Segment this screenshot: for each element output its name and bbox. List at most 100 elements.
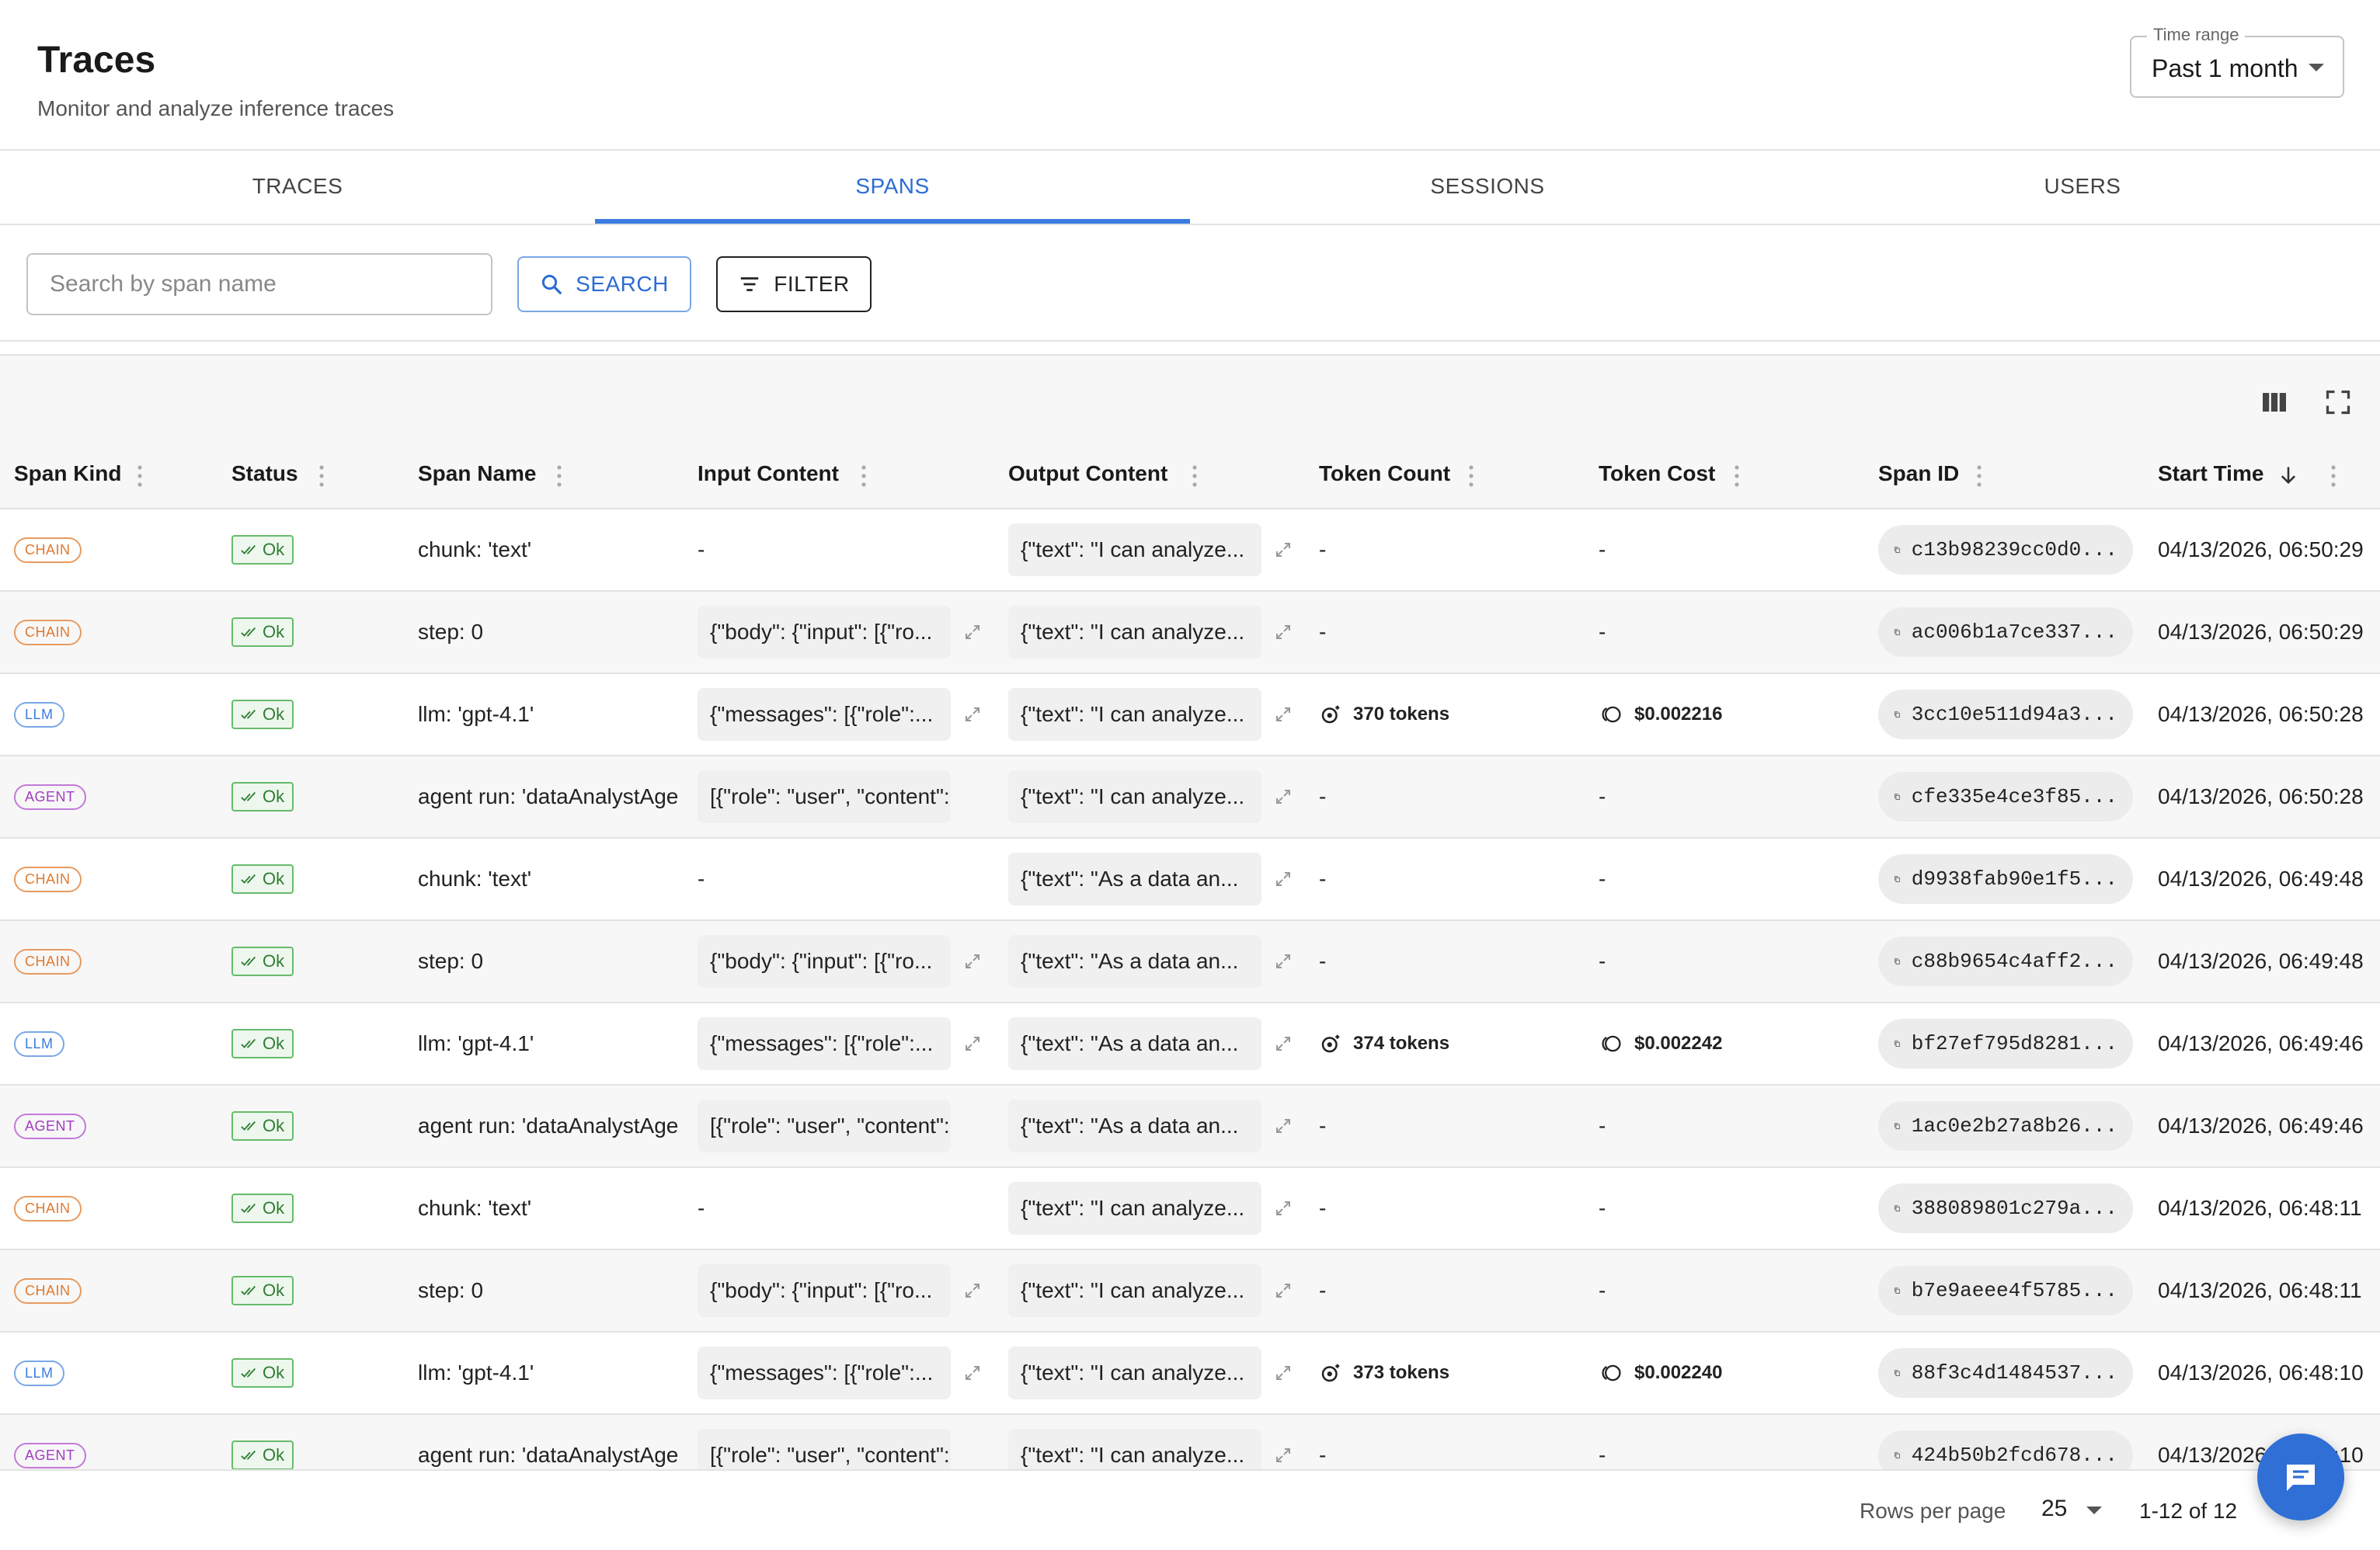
expand-icon[interactable]	[1274, 1446, 1293, 1465]
table-row[interactable]: CHAIN Ok chunk: 'text' - {"text": "As a …	[0, 839, 2380, 921]
copy-icon[interactable]	[1894, 1197, 1901, 1219]
copy-icon[interactable]	[1894, 786, 1901, 808]
expand-icon[interactable]	[1274, 787, 1293, 806]
span-id-chip[interactable]: cfe335e4ce3f85...	[1878, 772, 2133, 822]
span-id-chip[interactable]: bf27ef795d8281...	[1878, 1019, 2133, 1069]
kebab-icon[interactable]	[2330, 464, 2337, 488]
expand-icon[interactable]	[963, 952, 982, 971]
expand-icon[interactable]	[1274, 1199, 1293, 1218]
expand-icon[interactable]	[963, 1034, 982, 1053]
copy-icon[interactable]	[1894, 621, 1901, 643]
column-header-start-time[interactable]: Start Time	[2158, 446, 2263, 508]
filter-button[interactable]: FILTER	[716, 256, 872, 312]
span-id-chip[interactable]: 88f3c4d1484537...	[1878, 1348, 2133, 1398]
copy-icon[interactable]	[1894, 1033, 1901, 1055]
table-row[interactable]: AGENT Ok agent run: 'dataAnalystAge [{"r…	[0, 756, 2380, 839]
expand-icon[interactable]	[963, 705, 982, 724]
output-content[interactable]: {"text": "I can analyze...	[1008, 770, 1261, 823]
tab-users[interactable]: USERS	[1785, 149, 2380, 224]
expand-icon[interactable]	[1274, 1034, 1293, 1053]
output-content[interactable]: {"text": "I can analyze...	[1008, 523, 1261, 576]
copy-icon[interactable]	[1894, 1115, 1901, 1137]
tab-spans[interactable]: SPANS	[595, 149, 1190, 224]
table-row[interactable]: LLM Ok llm: 'gpt-4.1' {"messages": [{"ro…	[0, 674, 2380, 756]
input-content[interactable]: {"body": {"input": [{"ro...	[698, 606, 951, 659]
table-row[interactable]: CHAIN Ok step: 0 {"body": {"input": [{"r…	[0, 592, 2380, 674]
kebab-icon[interactable]	[1468, 464, 1474, 488]
expand-icon[interactable]	[1274, 540, 1293, 559]
span-id-chip[interactable]: ac006b1a7ce337...	[1878, 607, 2133, 657]
expand-icon[interactable]	[1274, 623, 1293, 641]
chat-button[interactable]	[2257, 1434, 2344, 1520]
tab-sessions[interactable]: SESSIONS	[1190, 149, 1785, 224]
span-id-chip[interactable]: d9938fab90e1f5...	[1878, 854, 2133, 904]
input-content[interactable]: {"body": {"input": [{"ro...	[698, 1264, 951, 1317]
column-header-token-cost[interactable]: Token Cost	[1599, 446, 1715, 508]
time-range-select[interactable]: Time range Past 1 month	[2130, 25, 2344, 98]
column-header-input-content[interactable]: Input Content	[698, 446, 839, 508]
search-button[interactable]: SEARCH	[517, 256, 691, 312]
search-input[interactable]: Search by span name	[26, 253, 492, 315]
input-content[interactable]: -	[698, 867, 705, 891]
table-row[interactable]: CHAIN Ok chunk: 'text' - {"text": "I can…	[0, 1168, 2380, 1250]
input-content[interactable]: {"body": {"input": [{"ro...	[698, 935, 951, 988]
expand-icon[interactable]	[1274, 1364, 1293, 1382]
input-content[interactable]: -	[698, 537, 705, 562]
table-row[interactable]: AGENT Ok agent run: 'dataAnalystAge [{"r…	[0, 1086, 2380, 1168]
output-content[interactable]: {"text": "As a data an...	[1008, 1100, 1261, 1152]
expand-icon[interactable]	[1274, 705, 1293, 724]
expand-icon[interactable]	[1274, 952, 1293, 971]
tab-traces[interactable]: TRACES	[0, 149, 595, 224]
span-id-chip[interactable]: b7e9aeee4f5785...	[1878, 1266, 2133, 1315]
output-content[interactable]: {"text": "I can analyze...	[1008, 1347, 1261, 1399]
input-content[interactable]: -	[698, 1196, 705, 1221]
table-row[interactable]: CHAIN Ok step: 0 {"body": {"input": [{"r…	[0, 921, 2380, 1003]
column-header-span-id[interactable]: Span ID	[1878, 446, 1959, 508]
rows-per-page-select[interactable]: 25	[2041, 1496, 2067, 1522]
output-content[interactable]: {"text": "I can analyze...	[1008, 1264, 1261, 1317]
input-content[interactable]: {"messages": [{"role":...	[698, 688, 951, 741]
expand-icon[interactable]	[1274, 1281, 1293, 1300]
column-header-span-kind[interactable]: Span Kind	[14, 446, 121, 508]
expand-icon[interactable]	[963, 1281, 982, 1300]
copy-icon[interactable]	[1894, 1280, 1901, 1302]
kebab-icon[interactable]	[318, 464, 325, 488]
output-content[interactable]: {"text": "As a data an...	[1008, 935, 1261, 988]
columns-icon[interactable]	[2260, 388, 2288, 416]
copy-icon[interactable]	[1894, 1444, 1901, 1466]
kebab-icon[interactable]	[1192, 464, 1198, 488]
input-content[interactable]: {"messages": [{"role":...	[698, 1017, 951, 1070]
input-content[interactable]: [{"role": "user", "content": "is t	[698, 1100, 951, 1152]
copy-icon[interactable]	[1894, 1362, 1901, 1384]
copy-icon[interactable]	[1894, 868, 1901, 890]
output-content[interactable]: {"text": "As a data an...	[1008, 1017, 1261, 1070]
column-header-status[interactable]: Status	[231, 446, 298, 508]
sort-desc-icon[interactable]	[2277, 464, 2299, 486]
input-content[interactable]: {"messages": [{"role":...	[698, 1347, 951, 1399]
output-content[interactable]: {"text": "I can analyze...	[1008, 1182, 1261, 1235]
copy-icon[interactable]	[1894, 539, 1901, 561]
input-content[interactable]: [{"role": "user", "content": "wh	[698, 770, 951, 823]
column-header-token-count[interactable]: Token Count	[1319, 446, 1450, 508]
kebab-icon[interactable]	[1976, 464, 1982, 488]
chevron-down-icon[interactable]	[2086, 1507, 2102, 1514]
column-header-span-name[interactable]: Span Name	[418, 446, 537, 508]
expand-icon[interactable]	[1274, 870, 1293, 888]
span-id-chip[interactable]: 388089801c279a...	[1878, 1183, 2133, 1233]
span-id-chip[interactable]: 3cc10e511d94a3...	[1878, 690, 2133, 739]
expand-icon[interactable]	[1274, 1117, 1293, 1135]
kebab-icon[interactable]	[861, 464, 867, 488]
kebab-icon[interactable]	[137, 464, 143, 488]
output-content[interactable]: {"text": "As a data an...	[1008, 853, 1261, 905]
table-row[interactable]: CHAIN Ok step: 0 {"body": {"input": [{"r…	[0, 1250, 2380, 1333]
span-id-chip[interactable]: c88b9654c4aff2...	[1878, 937, 2133, 986]
span-id-chip[interactable]: c13b98239cc0d0...	[1878, 525, 2133, 575]
expand-icon[interactable]	[963, 1364, 982, 1382]
span-id-chip[interactable]: 1ac0e2b27a8b26...	[1878, 1101, 2133, 1151]
column-header-output-content[interactable]: Output Content	[1008, 446, 1167, 508]
table-row[interactable]: CHAIN Ok chunk: 'text' - {"text": "I can…	[0, 509, 2380, 592]
copy-icon[interactable]	[1894, 704, 1901, 725]
expand-icon[interactable]	[963, 623, 982, 641]
kebab-icon[interactable]	[556, 464, 562, 488]
table-row[interactable]: LLM Ok llm: 'gpt-4.1' {"messages": [{"ro…	[0, 1003, 2380, 1086]
